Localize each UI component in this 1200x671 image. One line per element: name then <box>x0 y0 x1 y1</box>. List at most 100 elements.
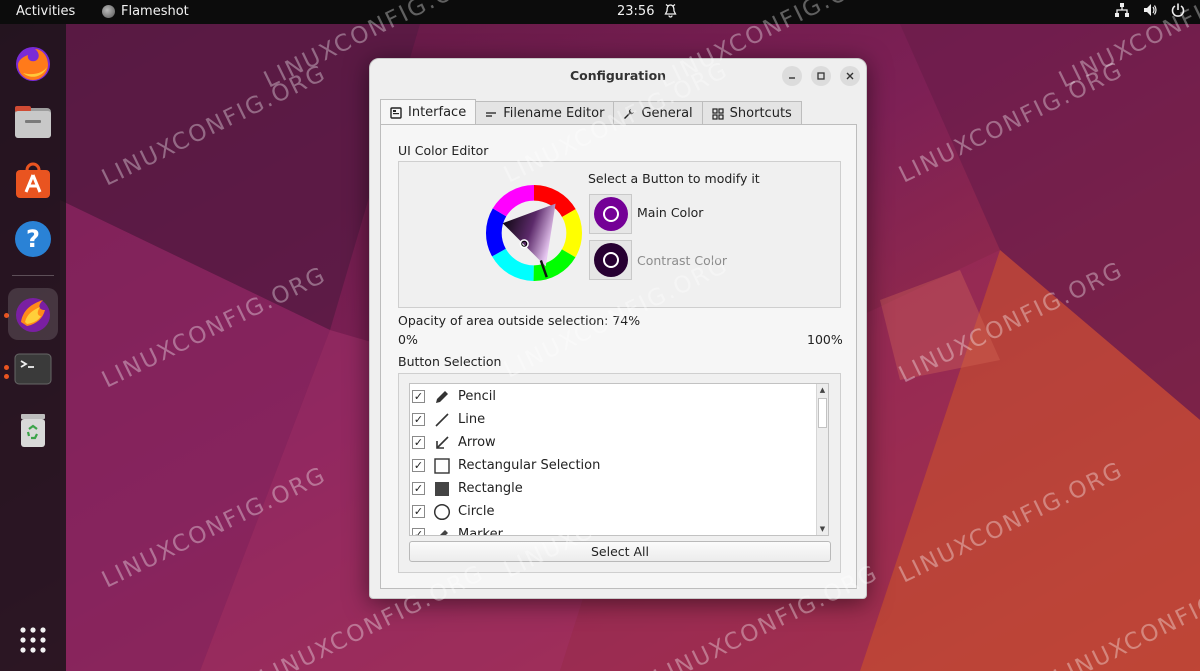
dock-item-trash[interactable] <box>10 407 56 453</box>
circle-icon <box>433 503 451 521</box>
maximize-icon <box>817 72 825 80</box>
main-color-button[interactable] <box>589 194 632 234</box>
volume-icon <box>1142 2 1158 22</box>
firefox-icon <box>16 47 50 81</box>
list-item-rectangle[interactable]: ✓ Rectangle <box>412 477 523 500</box>
dock-item-flameshot[interactable] <box>8 288 58 340</box>
ui-color-editor-heading: UI Color Editor <box>398 143 489 158</box>
trash-icon <box>21 414 45 447</box>
close-icon <box>846 72 854 80</box>
dock-item-terminal[interactable] <box>10 346 56 392</box>
dock-separator <box>12 275 54 276</box>
opacity-max-label: 100% <box>807 332 843 347</box>
alarm-icon <box>664 3 677 23</box>
select-all-button[interactable]: Select All <box>409 541 831 562</box>
filled-rect-icon <box>433 480 451 498</box>
opacity-min-label: 0% <box>398 332 418 347</box>
running-indicator <box>4 374 9 379</box>
svg-text:?: ? <box>26 225 40 253</box>
button-selection-group: ✓ Pencil ✓ Line ✓ Arrow ✓ Rectangular Se… <box>398 373 841 573</box>
app-store-icon <box>16 162 50 198</box>
tab-general[interactable]: General <box>613 101 703 125</box>
scroll-up-icon[interactable]: ▲ <box>817 384 828 396</box>
tab-label: General <box>641 106 693 121</box>
tab-filename-editor[interactable]: Filename Editor <box>475 101 615 125</box>
maximize-button[interactable] <box>811 66 831 86</box>
dock-item-firefox[interactable] <box>10 40 56 86</box>
checkbox[interactable]: ✓ <box>412 459 425 472</box>
title-bar[interactable]: Configuration <box>370 59 866 91</box>
dock-item-help[interactable]: ? <box>10 216 56 262</box>
list-item-line[interactable]: ✓ Line <box>412 408 485 431</box>
dock-item-software[interactable] <box>10 157 56 203</box>
line-icon <box>433 411 451 429</box>
terminal-icon <box>14 353 52 385</box>
clock[interactable]: 23:56 <box>617 4 654 19</box>
list-item-label: Circle <box>458 504 495 519</box>
arrow-icon <box>433 434 451 452</box>
tab-label: Shortcuts <box>729 106 792 121</box>
list-item-label: Pencil <box>458 389 496 404</box>
app-menu[interactable]: Flameshot <box>102 4 189 19</box>
button-selection-list[interactable]: ✓ Pencil ✓ Line ✓ Arrow ✓ Rectangular Se… <box>409 383 829 536</box>
list-item-marker[interactable]: ✓ Marker <box>412 523 503 535</box>
interface-panel: UI Color Editor Select a Button to modif… <box>380 124 857 589</box>
running-indicator <box>4 365 9 370</box>
list-item-circle[interactable]: ✓ Circle <box>412 500 495 523</box>
button-selection-heading: Button Selection <box>398 354 502 369</box>
dock: ? <box>0 24 66 671</box>
list-scrollbar[interactable]: ▲ ▼ <box>816 384 828 535</box>
circle-icon <box>602 252 619 268</box>
help-icon: ? <box>15 221 51 257</box>
main-color-swatch <box>593 197 628 231</box>
rect-selection-icon <box>433 457 451 475</box>
checkbox[interactable]: ✓ <box>412 482 425 495</box>
close-button[interactable] <box>840 66 860 86</box>
show-apps-button[interactable] <box>10 617 56 663</box>
color-wheel[interactable] <box>485 184 583 282</box>
list-item-arrow[interactable]: ✓ Arrow <box>412 431 496 454</box>
list-item-rectangular-selection[interactable]: ✓ Rectangular Selection <box>412 454 600 477</box>
power-icon <box>1170 2 1186 22</box>
scroll-thumb[interactable] <box>818 398 827 428</box>
color-editor-hint: Select a Button to modify it <box>588 171 760 186</box>
list-item-pencil[interactable]: ✓ Pencil <box>412 385 496 408</box>
configuration-window: Configuration Interface Filename Editor … <box>369 58 867 599</box>
contrast-color-button[interactable] <box>589 240 632 280</box>
marker-icon <box>433 526 451 535</box>
interface-icon <box>390 106 402 119</box>
tab-label: Interface <box>408 105 467 120</box>
list-item-label: Arrow <box>458 435 496 450</box>
scroll-down-icon[interactable]: ▼ <box>817 523 828 535</box>
main-color-label: Main Color <box>637 205 704 220</box>
grid-icon <box>712 107 724 120</box>
contrast-color-label: Contrast Color <box>637 253 728 268</box>
opacity-label: Opacity of area outside selection: 74% <box>398 313 641 328</box>
checkbox[interactable]: ✓ <box>412 436 425 449</box>
activities-button[interactable]: Activities <box>16 4 75 19</box>
app-name: Flameshot <box>121 4 189 19</box>
checkbox[interactable]: ✓ <box>412 528 425 535</box>
minimize-button[interactable] <box>782 66 802 86</box>
grid-icon <box>20 627 46 653</box>
minimize-icon <box>789 77 795 79</box>
list-item-label: Rectangle <box>458 481 523 496</box>
tab-interface[interactable]: Interface <box>380 99 477 125</box>
ui-color-editor-group: Select a Button to modify it Main Color … <box>398 161 841 308</box>
dock-item-files[interactable] <box>10 99 56 145</box>
checkbox[interactable]: ✓ <box>412 413 425 426</box>
top-bar: Activities Flameshot 23:56 <box>0 0 1200 24</box>
flameshot-icon <box>16 298 50 332</box>
circle-icon <box>602 206 619 222</box>
flameshot-icon <box>102 5 115 18</box>
checkbox[interactable]: ✓ <box>412 505 425 518</box>
contrast-color-swatch <box>593 243 628 277</box>
system-tray[interactable] <box>1114 2 1186 22</box>
checkbox[interactable]: ✓ <box>412 390 425 403</box>
list-item-label: Rectangular Selection <box>458 458 601 473</box>
list-item-label: Line <box>458 412 486 427</box>
text-icon <box>486 111 497 117</box>
tab-label: Filename Editor <box>503 106 605 121</box>
network-icon <box>1114 2 1130 22</box>
tab-shortcuts[interactable]: Shortcuts <box>701 101 802 125</box>
